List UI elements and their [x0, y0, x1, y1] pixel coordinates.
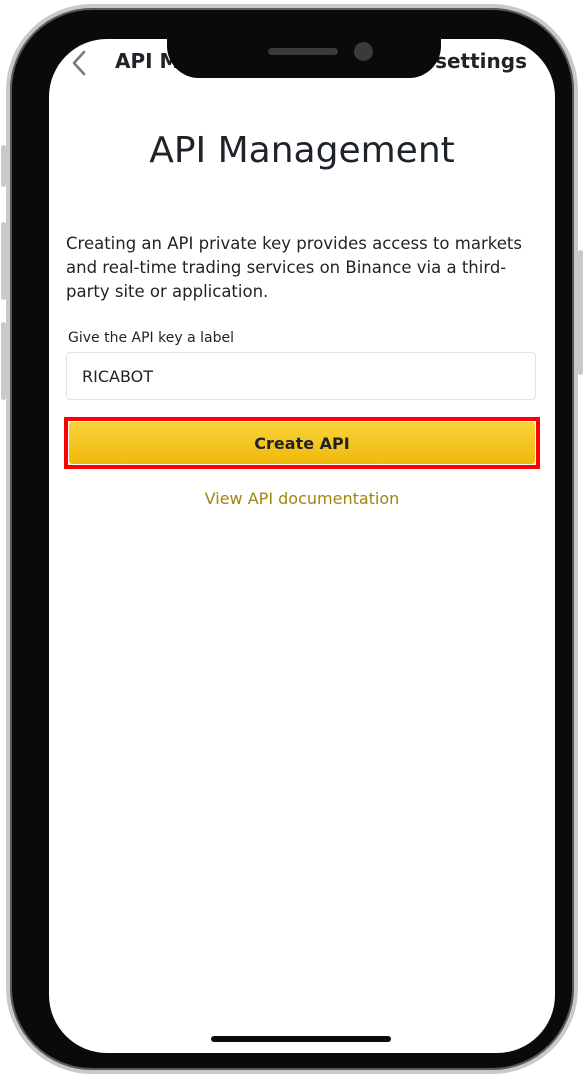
- speaker-grille: [268, 48, 338, 55]
- phone-notch: [167, 28, 441, 78]
- power-button: [578, 250, 583, 375]
- phone-frame: API M -settings API Management Creating …: [6, 4, 578, 1074]
- volume-down-button: [1, 322, 6, 400]
- view-api-documentation-link[interactable]: View API documentation: [49, 489, 555, 508]
- volume-up-button: [1, 222, 6, 300]
- api-label-caption: Give the API key a label: [68, 330, 234, 346]
- page-description: Creating an API private key provides acc…: [66, 234, 522, 301]
- home-indicator: [211, 1036, 391, 1042]
- front-camera: [354, 42, 373, 61]
- page-title: API Management: [149, 130, 455, 171]
- api-label-input[interactable]: [66, 352, 536, 400]
- nav-title-right: -settings: [426, 49, 527, 73]
- silent-switch: [1, 145, 6, 187]
- chevron-left-icon[interactable]: [69, 49, 91, 77]
- app-screen: API M -settings API Management Creating …: [49, 39, 555, 1053]
- create-api-button[interactable]: Create API: [69, 422, 535, 464]
